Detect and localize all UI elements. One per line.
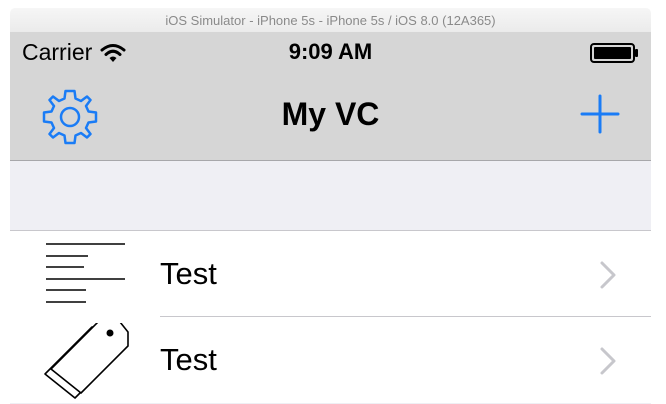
row-label: Test [160,342,217,377]
table-row[interactable]: Test [10,317,651,403]
plus-icon[interactable] [580,94,620,134]
row-label: Test [160,256,217,291]
window-title: iOS Simulator - iPhone 5s - iPhone 5s / … [10,8,651,33]
navigation-area: Carrier 9:09 AM My VC [10,32,651,161]
chevron-right-icon [600,347,616,375]
nav-title: My VC [281,96,380,132]
table-view: Test Test [10,230,651,403]
simulator-window: iOS Simulator - iPhone 5s - iPhone 5s / … [0,0,666,404]
text-lines-icon [46,243,125,303]
device-screen: Carrier 9:09 AM My VC Test Test [10,32,651,404]
table-row[interactable]: Test [10,231,651,317]
price-tag-icon [44,323,129,399]
status-time: 9:09 AM [288,39,373,64]
chevron-right-icon [600,261,616,289]
battery-icon [590,43,638,63]
